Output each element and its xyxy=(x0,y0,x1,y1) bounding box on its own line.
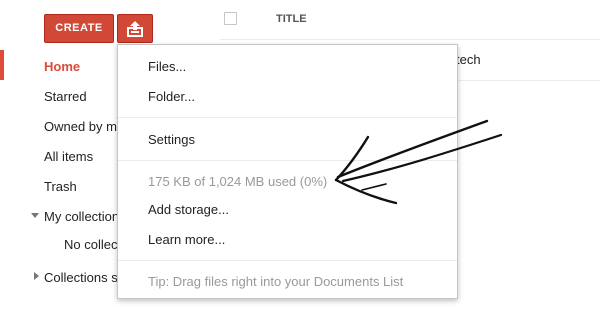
header-divider xyxy=(220,39,600,40)
sidebar-item-all-items[interactable]: All items xyxy=(44,149,118,164)
menu-separator xyxy=(118,117,457,118)
upload-button[interactable] xyxy=(117,14,153,43)
sidebar-item-starred[interactable]: Starred xyxy=(44,89,118,104)
menu-item-folder[interactable]: Folder... xyxy=(148,89,195,104)
menu-separator xyxy=(118,160,457,161)
sidebar-item-shared-collections[interactable]: Collections shared with me xyxy=(44,270,118,285)
expand-triangle-icon[interactable] xyxy=(34,272,39,280)
list-item-title[interactable]: tech xyxy=(456,52,481,67)
select-all-checkbox[interactable] xyxy=(224,12,237,25)
menu-tip-text: Tip: Drag files right into your Document… xyxy=(148,274,404,289)
collapse-triangle-icon[interactable] xyxy=(31,213,39,218)
sidebar-item-home[interactable]: Home xyxy=(44,59,118,74)
sidebar-item-owned-by-me[interactable]: Owned by me xyxy=(44,119,118,134)
sidebar-item-my-collections[interactable]: My collections xyxy=(44,209,118,224)
sidebar-item-trash[interactable]: Trash xyxy=(44,179,118,194)
sidebar-item-no-collections: No collections xyxy=(64,237,118,252)
menu-item-settings[interactable]: Settings xyxy=(148,132,195,147)
title-column-header[interactable]: TITLE xyxy=(276,13,307,25)
create-button[interactable]: CREATE xyxy=(44,14,114,43)
active-indicator xyxy=(0,50,4,80)
storage-used-text: 175 KB of 1,024 MB used (0%) xyxy=(148,174,328,189)
upload-dropdown-menu: Files... Folder... Settings 175 KB of 1,… xyxy=(117,44,458,299)
menu-item-learn-more[interactable]: Learn more... xyxy=(148,232,225,247)
menu-item-files[interactable]: Files... xyxy=(148,59,186,74)
upload-icon xyxy=(127,21,143,37)
menu-separator xyxy=(118,260,457,261)
menu-item-add-storage[interactable]: Add storage... xyxy=(148,202,229,217)
